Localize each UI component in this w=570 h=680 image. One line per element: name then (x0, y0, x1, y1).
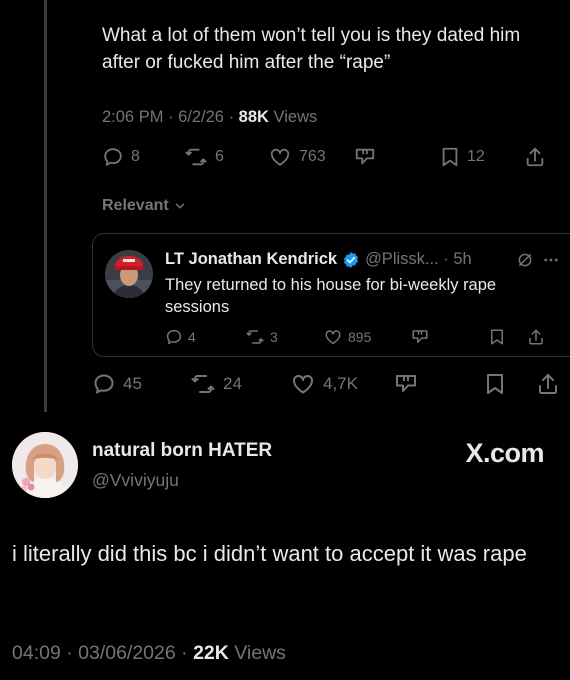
thread-reply-button[interactable]: 45 (92, 372, 142, 396)
quoted-post-time: 2:06 PM · 6/2/26 · (102, 108, 239, 126)
quoted-post-views-label: Views (268, 108, 318, 126)
reply-button[interactable]: 8 (102, 146, 140, 168)
quoted-post-meta: 2:06 PM · 6/2/26 · 88K Views (102, 108, 317, 127)
quoted-post-views-count: 88K (238, 108, 269, 126)
reply-grok-button[interactable] (411, 328, 429, 346)
bookmark-count: 12 (467, 148, 485, 165)
reply-like-button[interactable]: 895 (323, 328, 371, 346)
verified-badge-icon (344, 251, 359, 268)
reply-like-count: 895 (348, 329, 372, 345)
main-post-views-count: 22K (193, 642, 229, 664)
reply-card[interactable]: LT Jonathan Kendrick @Plissk... · 5h The… (92, 233, 570, 357)
heart-icon (293, 374, 313, 394)
reply-repost-button[interactable]: 3 (245, 328, 278, 346)
bookmark-icon (487, 374, 503, 394)
thread-line (44, 0, 47, 412)
grok-icon (396, 375, 416, 392)
repost-icon (185, 148, 207, 166)
share-button[interactable] (524, 146, 546, 168)
main-post-time: 04:09 · 03/06/2026 · (12, 642, 194, 664)
main-post-author-name[interactable]: natural born HATER (92, 440, 272, 462)
repost-button[interactable]: 6 (184, 146, 224, 168)
heart-icon (325, 330, 341, 345)
repost-icon (191, 375, 215, 393)
bookmark-button[interactable]: 12 (440, 146, 485, 168)
reply-repost-count: 3 (270, 329, 278, 345)
thread-like-count: 4,7K (323, 374, 358, 393)
sort-filter-label: Relevant (102, 197, 169, 214)
like-button[interactable]: 763 (268, 146, 326, 168)
grok-icon (412, 330, 428, 343)
reply-actions: 4 3 895 (165, 328, 545, 350)
repost-icon (246, 330, 264, 344)
reply-handle-time: @Plissk... · 5h (365, 250, 472, 268)
repost-count: 6 (215, 148, 224, 165)
share-icon (539, 374, 557, 394)
thread-bookmark-button[interactable] (484, 372, 506, 396)
quoted-post[interactable]: What a lot of them won’t tell you is the… (78, 0, 570, 412)
x-brand-logo: X.com (465, 438, 544, 468)
reply-icon (166, 329, 182, 345)
grok-circle-icon[interactable] (516, 251, 534, 269)
reply-reply-button[interactable]: 4 (165, 328, 196, 346)
thread-repost-count: 24 (223, 374, 242, 393)
main-post-text: i literally did this bc i didn’t want to… (12, 541, 527, 566)
grok-icon (355, 148, 375, 165)
chevron-down-icon (175, 203, 184, 209)
bookmark-icon (491, 329, 503, 345)
reply-author-name[interactable]: LT Jonathan Kendrick (165, 250, 337, 269)
thread-repost-button[interactable]: 24 (190, 372, 242, 396)
share-icon (526, 147, 544, 167)
main-post-author: natural born HATER @Vviviyuju X.com (12, 432, 560, 502)
thread-reply-count: 45 (123, 374, 142, 393)
reply-header-tools (516, 251, 560, 269)
reply-icon (104, 148, 122, 166)
reply-icon (94, 374, 114, 394)
main-post-meta: 04:09 · 03/06/2026 · 22K Views (12, 642, 286, 665)
reply-share-button[interactable] (527, 328, 545, 346)
thread-grok-button[interactable] (394, 372, 418, 396)
grok-button[interactable] (354, 146, 376, 168)
thread-actions: 45 24 4,7K (92, 372, 562, 398)
share-icon (529, 329, 543, 345)
reply-count: 8 (131, 148, 140, 165)
thread-like-button[interactable]: 4,7K (290, 372, 358, 396)
more-options-icon[interactable] (542, 251, 560, 269)
main-post-avatar[interactable] (12, 432, 78, 498)
like-count: 763 (299, 148, 326, 165)
bookmark-icon (442, 147, 458, 167)
main-post-views-label: Views (228, 642, 286, 664)
quoted-post-text: What a lot of them won’t tell you is the… (102, 25, 521, 73)
reply-avatar[interactable] (105, 250, 153, 298)
reply-text: They returned to his house for bi-weekly… (165, 276, 497, 316)
main-post-author-handle[interactable]: @Vviviyuju (92, 470, 179, 491)
reply-reply-count: 4 (188, 329, 196, 345)
reply-header: LT Jonathan Kendrick @Plissk... · 5h (165, 250, 560, 269)
heart-icon (270, 148, 290, 166)
sort-filter[interactable]: Relevant (102, 197, 187, 215)
quoted-post-actions: 8 6 763 12 (102, 146, 548, 172)
reply-bookmark-button[interactable] (489, 328, 505, 346)
thread-share-button[interactable] (536, 372, 560, 396)
